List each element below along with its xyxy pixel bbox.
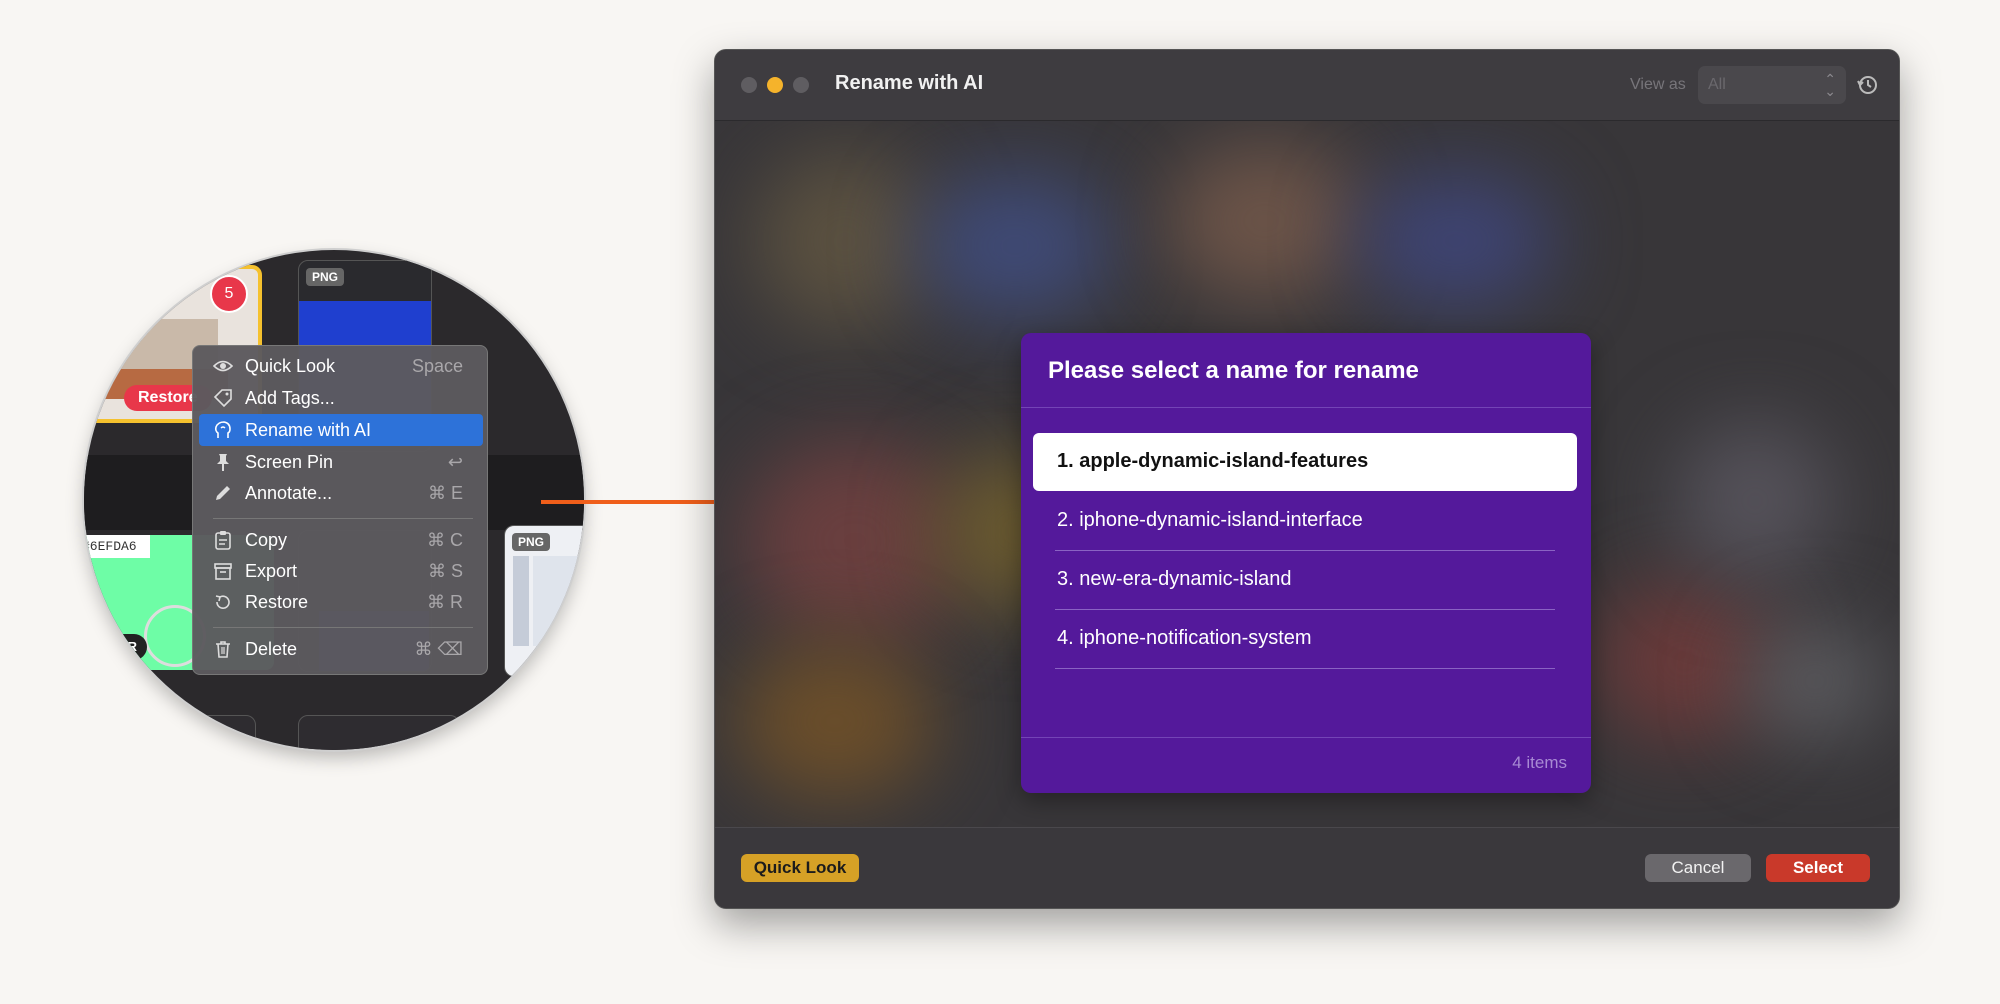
rename-window: Rename with AI View as All ⌃ ⌄ Please sel… xyxy=(714,49,1900,909)
title-bar: Rename with AI View as All ⌃ ⌄ xyxy=(715,50,1899,121)
menu-item-label: Delete xyxy=(245,639,298,659)
background-blur xyxy=(735,641,935,801)
select-button[interactable]: Select xyxy=(1766,854,1870,882)
menu-item-label: Rename with AI xyxy=(245,420,372,440)
menu-item-rename-with-ai[interactable]: Rename with AI xyxy=(199,414,483,446)
dialog-footer-divider xyxy=(1021,737,1591,738)
name-option-4[interactable]: 4. iphone-notification-system xyxy=(1033,610,1577,668)
menu-item-label: Copy xyxy=(245,530,288,550)
menu-item-add-tags[interactable]: Add Tags... xyxy=(199,382,483,414)
menu-item-shortcut: ↩ xyxy=(447,452,463,472)
menu-item-shortcut: Space xyxy=(411,356,463,376)
color-hex-label: #6EFDA6 xyxy=(84,535,150,558)
magnifier-lens: 5 Restore PNG #6EFDA6 OR PNG Quick Look … xyxy=(84,250,584,750)
menu-item-label: Add Tags... xyxy=(245,388,335,408)
minimize-window-button[interactable] xyxy=(767,77,783,93)
png-type-tag: PNG xyxy=(306,268,345,286)
history-icon[interactable] xyxy=(1856,73,1880,97)
view-as-value: All xyxy=(1708,76,1726,93)
name-option-text: 3. new-era-dynamic-island xyxy=(1057,568,1292,590)
rename-dialog: Please select a name for rename 1. apple… xyxy=(1021,333,1591,793)
name-option-text: 2. iphone-dynamic-island-interface xyxy=(1057,509,1363,531)
menu-item-restore[interactable]: Restore ⌘ R xyxy=(199,586,483,618)
color-tag-fragment: OR xyxy=(84,634,147,660)
selection-count-badge: 5 xyxy=(210,275,248,313)
close-window-button[interactable] xyxy=(741,77,757,93)
archive-icon xyxy=(214,563,232,580)
quick-look-button[interactable]: Quick Look xyxy=(741,854,859,882)
menu-item-shortcut: ⌘ C xyxy=(427,530,463,550)
clipboard-icon xyxy=(215,531,231,550)
context-menu: Quick Look Space Add Tags... Rename with… xyxy=(192,345,488,675)
name-option-text: 1. apple-dynamic-island-features xyxy=(1057,450,1369,472)
menu-item-delete[interactable]: Delete ⌘ ⌫ xyxy=(199,633,483,665)
name-option-3[interactable]: 3. new-era-dynamic-island xyxy=(1033,551,1577,609)
zoom-window-button[interactable] xyxy=(793,77,809,93)
background-blur xyxy=(755,151,935,331)
menu-item-shortcut: ⌘ ⌫ xyxy=(414,639,463,659)
dialog-title: Please select a name for rename xyxy=(1048,357,1419,384)
option-separator xyxy=(1055,668,1555,669)
background-blur xyxy=(1165,141,1365,301)
background-blur xyxy=(1355,171,1555,311)
trash-icon xyxy=(216,641,230,658)
eye-icon xyxy=(213,360,233,372)
dialog-divider xyxy=(1021,407,1591,408)
menu-item-label: Screen Pin xyxy=(245,452,334,472)
menu-item-copy[interactable]: Copy ⌘ C xyxy=(199,524,483,556)
menu-item-label: Annotate... xyxy=(245,483,333,503)
content-area: Please select a name for rename 1. apple… xyxy=(715,121,1899,827)
chevron-updown-icon: ⌃ ⌄ xyxy=(1824,71,1836,99)
cancel-button[interactable]: Cancel xyxy=(1645,854,1751,882)
background-blur xyxy=(1745,621,1885,741)
menu-separator xyxy=(213,518,473,519)
tag-icon xyxy=(213,389,232,408)
png-type-tag-right: PNG xyxy=(512,533,551,551)
window-title: Rename with AI xyxy=(835,72,984,94)
pencil-icon xyxy=(216,486,230,500)
background-blur xyxy=(745,441,965,641)
menu-item-shortcut: ⌘ E xyxy=(427,483,463,503)
background-blur xyxy=(915,171,1115,321)
window-footer: Quick Look Cancel Select xyxy=(715,827,1899,908)
background-blur xyxy=(1675,421,1835,581)
view-as-select[interactable]: All ⌃ ⌄ xyxy=(1698,66,1846,104)
menu-item-shortcut: ⌘ S xyxy=(427,561,463,581)
menu-item-label: Export xyxy=(245,561,298,581)
pin-icon xyxy=(217,454,229,471)
menu-item-quick-look[interactable]: Quick Look Space xyxy=(199,350,483,382)
restore-icon xyxy=(215,595,230,609)
menu-separator xyxy=(213,627,473,628)
view-as-label: View as xyxy=(1630,76,1686,93)
menu-item-export[interactable]: Export ⌘ S xyxy=(199,555,483,587)
menu-item-shortcut: ⌘ R xyxy=(427,592,463,612)
ai-brain-icon xyxy=(214,421,231,438)
menu-item-label: Quick Look xyxy=(245,356,336,376)
menu-item-label: Restore xyxy=(245,592,309,612)
name-option-1[interactable]: 1. apple-dynamic-island-features xyxy=(1033,433,1577,491)
name-option-text: 4. iphone-notification-system xyxy=(1057,627,1312,649)
item-count: 4 items xyxy=(1512,753,1567,772)
thumbnail-lower-middle[interactable] xyxy=(298,715,460,750)
menu-item-annotate[interactable]: Annotate... ⌘ E xyxy=(199,477,483,509)
name-option-2[interactable]: 2. iphone-dynamic-island-interface xyxy=(1033,492,1577,550)
menu-item-screen-pin[interactable]: Screen Pin ↩ xyxy=(199,446,483,478)
thumbnail-lower-left[interactable] xyxy=(84,715,256,750)
